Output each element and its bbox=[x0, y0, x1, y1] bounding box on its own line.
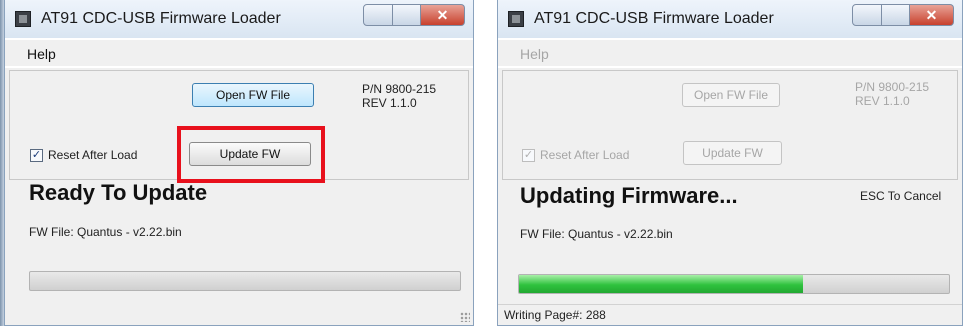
window-title: AT91 CDC-USB Firmware Loader bbox=[41, 10, 281, 27]
close-button[interactable]: ✕ bbox=[421, 4, 465, 26]
fw-file-label: FW File: Quantus - v2.22.bin bbox=[29, 225, 182, 239]
open-fw-file-button[interactable]: Open FW File bbox=[682, 83, 780, 107]
esc-cancel-hint: ESC To Cancel bbox=[860, 189, 942, 203]
status-text: Ready To Update bbox=[29, 180, 208, 205]
reset-after-load-label: Reset After Load bbox=[540, 148, 630, 162]
status-bar: Writing Page#: 288 bbox=[498, 304, 962, 325]
part-number: P/N 9800-215 bbox=[855, 80, 930, 94]
chip-icon bbox=[15, 11, 31, 27]
progress-bar bbox=[518, 274, 950, 294]
close-button[interactable]: ✕ bbox=[910, 4, 954, 26]
client-area: Open FW File P/N 9800-215 REV 1.1.0 ✓ Re… bbox=[498, 68, 962, 325]
revision: REV 1.1.0 bbox=[362, 96, 417, 110]
firmware-loader-window-ready: AT91 CDC-USB Firmware Loader ✕ Help Open… bbox=[4, 0, 474, 326]
maximize-button[interactable] bbox=[882, 4, 910, 26]
progress-fill bbox=[519, 275, 803, 293]
firmware-loader-window-updating: AT91 CDC-USB Firmware Loader ✕ Help Open… bbox=[497, 0, 963, 326]
reset-after-load-label: Reset After Load bbox=[48, 148, 138, 162]
status-bar-text: Writing Page#: 288 bbox=[504, 308, 606, 322]
title-bar[interactable]: AT91 CDC-USB Firmware Loader ✕ bbox=[498, 0, 962, 38]
part-number: P/N 9800-215 bbox=[362, 82, 437, 96]
highlight-box bbox=[177, 126, 325, 183]
menu-bar: Help bbox=[5, 40, 473, 66]
revision: REV 1.1.0 bbox=[855, 94, 910, 108]
open-fw-file-button[interactable]: Open FW File bbox=[192, 83, 314, 107]
resize-grip[interactable] bbox=[460, 312, 470, 322]
menu-help[interactable]: Help bbox=[27, 46, 56, 62]
minimize-button[interactable] bbox=[363, 4, 393, 26]
caption-buttons: ✕ bbox=[363, 4, 465, 26]
reset-after-load-checkbox[interactable]: ✓ bbox=[522, 149, 535, 162]
chip-icon bbox=[508, 11, 524, 27]
minimize-button[interactable] bbox=[852, 4, 882, 26]
maximize-button[interactable] bbox=[393, 4, 421, 26]
update-fw-button[interactable]: Update FW bbox=[683, 141, 782, 165]
title-bar[interactable]: AT91 CDC-USB Firmware Loader ✕ bbox=[5, 0, 473, 38]
reset-after-load-checkbox[interactable]: ✓ bbox=[30, 149, 43, 162]
caption-buttons: ✕ bbox=[852, 4, 954, 26]
fw-file-label: FW File: Quantus - v2.22.bin bbox=[520, 227, 673, 241]
status-text: Updating Firmware... bbox=[520, 183, 738, 208]
client-area: Open FW File P/N 9800-215 REV 1.1.0 ✓ Re… bbox=[5, 68, 473, 325]
window-title: AT91 CDC-USB Firmware Loader bbox=[534, 10, 774, 27]
progress-bar bbox=[29, 271, 461, 291]
menu-help[interactable]: Help bbox=[520, 46, 549, 62]
menu-bar: Help bbox=[498, 40, 962, 66]
